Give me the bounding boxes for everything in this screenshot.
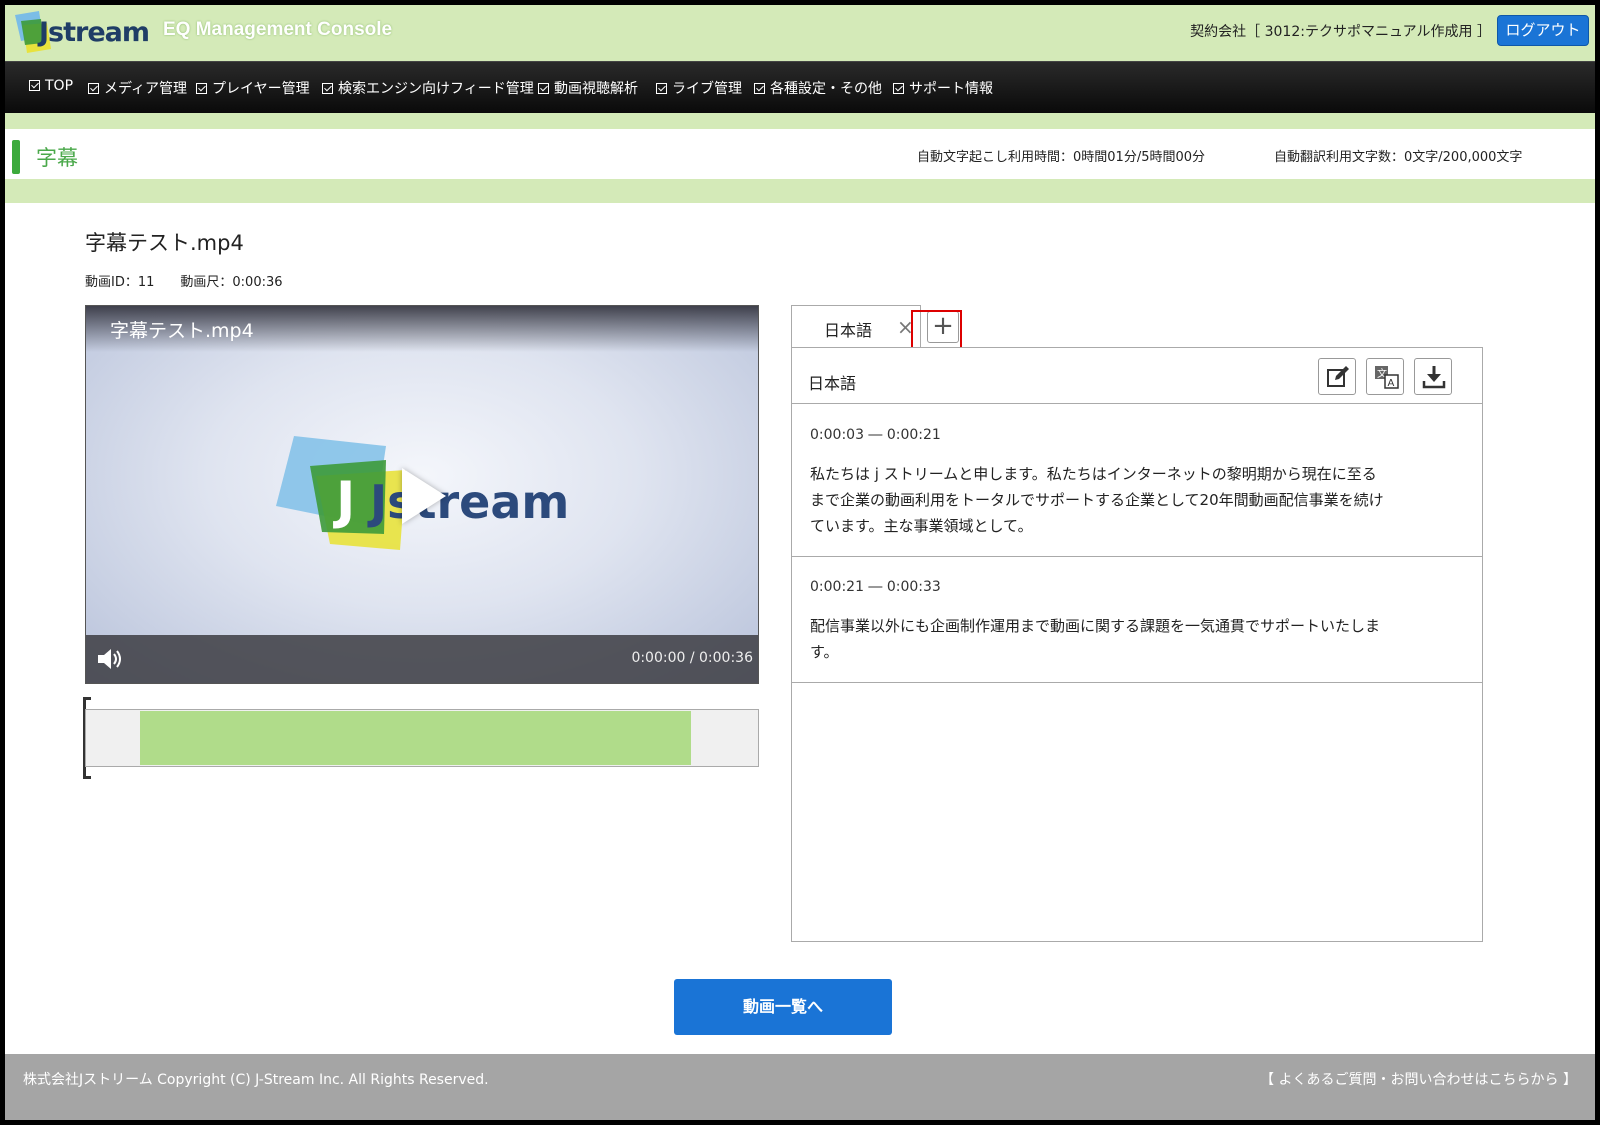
contract-info: 契約会社［ 3012:テクサポマニュアル作成用 ］ [1190, 24, 1491, 40]
translate-button[interactable]: 文 A [1366, 358, 1404, 395]
main-nav: TOP メディア管理 プレイヤー管理 検索エンジン向けフィード管理 動画視聴解析… [5, 61, 1595, 113]
video-player[interactable]: 字幕テスト.mp4 J Jstream 0:00:00 / 0:00:36 [85, 305, 759, 684]
edit-button[interactable] [1318, 358, 1356, 395]
timeline-selection[interactable] [140, 711, 691, 765]
checkbox-icon [893, 83, 904, 94]
volume-icon[interactable] [96, 648, 126, 670]
nav-item-label: 検索エンジン向けフィード管理 [338, 81, 534, 97]
panel-language: 日本語 [808, 374, 857, 393]
translation-usage: 自動翻訳利用文字数：0文字/200,000文字 [1274, 150, 1523, 165]
video-duration: 動画尺：0:00:36 [180, 275, 283, 290]
cue-time: 0:00:03 ― 0:00:21 [810, 427, 941, 443]
player-title-bar: 字幕テスト.mp4 [86, 306, 758, 352]
cue-text: 私たちは j ストリームと申します。私たちはインターネットの黎明期から現在に至る… [810, 465, 1384, 535]
logo-text: Jstream [39, 17, 150, 48]
highlight-box [911, 310, 962, 350]
checkbox-icon [538, 83, 549, 94]
nav-item-label: サポート情報 [909, 81, 993, 97]
tab-label: 日本語 [824, 321, 873, 340]
video-meta: 動画ID：11 動画尺：0:00:36 [85, 271, 283, 290]
nav-item-label: メディア管理 [104, 81, 188, 97]
title-accent-bar [12, 140, 20, 174]
checkbox-icon [656, 83, 667, 94]
faq-contact-link[interactable]: 【 よくあるご質問・お問い合わせはこちらから 】 [1260, 1069, 1577, 1089]
top-header: Jstream EQ Management Console 契約会社［ 3012… [5, 5, 1595, 61]
video-logo-text: Jstream [367, 475, 566, 529]
video-file-title: 字幕テスト.mp4 [85, 231, 244, 255]
nav-item-support[interactable]: サポート情報 [893, 78, 993, 98]
nav-item-media[interactable]: メディア管理 [88, 78, 187, 98]
nav-item-top[interactable]: TOP [29, 78, 73, 94]
download-icon [1422, 366, 1446, 389]
video-logo-j: J [333, 471, 355, 531]
download-button[interactable] [1414, 358, 1452, 395]
copyright-text: 株式会社Jストリーム Copyright (C) J-Stream Inc. A… [23, 1072, 489, 1088]
nav-item-label: 各種設定・その他 [770, 81, 882, 97]
nav-item-player[interactable]: プレイヤー管理 [196, 78, 310, 98]
player-title: 字幕テスト.mp4 [110, 320, 254, 342]
nav-item-label: TOP [45, 78, 74, 94]
app-window: Jstream EQ Management Console 契約会社［ 3012… [5, 5, 1595, 1120]
nav-item-label: ライブ管理 [672, 81, 742, 97]
translate-icon: 文 A [1375, 366, 1399, 389]
player-controls: 0:00:00 / 0:00:36 [86, 635, 758, 683]
jstream-logo[interactable]: Jstream [13, 11, 150, 57]
checkbox-icon [29, 80, 40, 91]
player-timecode: 0:00:00 / 0:00:36 [631, 650, 753, 666]
nav-item-label: プレイヤー管理 [212, 81, 310, 97]
transcription-usage: 自動文字起こし利用時間：0時間01分/5時間00分 [917, 150, 1206, 165]
play-icon[interactable] [402, 468, 446, 524]
checkbox-icon [196, 83, 207, 94]
footer: 株式会社Jストリーム Copyright (C) J-Stream Inc. A… [5, 1054, 1595, 1120]
nav-item-label: 動画視聴解析 [554, 81, 638, 97]
nav-item-feed[interactable]: 検索エンジン向けフィード管理 [322, 78, 534, 98]
nav-item-settings[interactable]: 各種設定・その他 [754, 78, 882, 98]
logout-button[interactable]: ログアウト [1497, 15, 1589, 46]
video-list-button[interactable]: 動画一覧へ [674, 979, 892, 1035]
checkbox-icon [754, 83, 765, 94]
page-title: 字幕 [36, 146, 78, 170]
nav-item-live[interactable]: ライブ管理 [656, 78, 742, 98]
console-title: EQ Management Console [163, 19, 393, 40]
edit-icon [1327, 366, 1349, 387]
subtitle-timeline[interactable] [85, 709, 759, 767]
svg-text:A: A [1388, 378, 1395, 389]
cue-text: 配信事業以外にも企画制作運用まで動画に関する課題を一気通貫でサポートいたします。 [810, 617, 1381, 661]
subtitle-panel-header: 日本語 文 A [792, 348, 1482, 404]
subtitle-cue[interactable]: 0:00:21 ― 0:00:33 配信事業以外にも企画制作運用まで動画に関する… [792, 557, 1482, 683]
subtitle-cue[interactable]: 0:00:03 ― 0:00:21 私たちは j ストリームと申します。私たちは… [792, 405, 1482, 557]
checkbox-icon [88, 83, 99, 94]
video-id: 動画ID：11 [85, 275, 155, 290]
checkbox-icon [322, 83, 333, 94]
nav-item-analytics[interactable]: 動画視聴解析 [538, 78, 638, 98]
subtitle-panel: 日本語 文 A 0:00:03 ― 0:00:21 私たちは j ストリームと申… [791, 347, 1483, 942]
page-titlebar: 字幕 自動文字起こし利用時間：0時間01分/5時間00分 自動翻訳利用文字数：0… [5, 129, 1595, 179]
cue-time: 0:00:21 ― 0:00:33 [810, 579, 941, 595]
